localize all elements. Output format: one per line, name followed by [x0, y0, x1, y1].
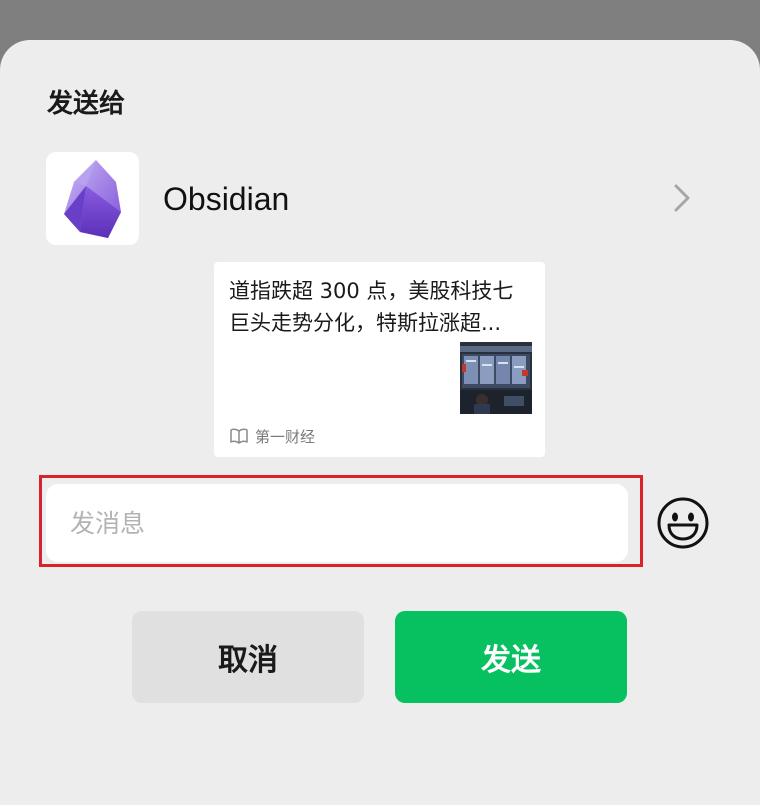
obsidian-logo-icon [64, 160, 121, 238]
cancel-button[interactable]: 取消 [132, 611, 364, 703]
open-book-icon [230, 428, 248, 444]
recipient-row[interactable]: Obsidian [0, 150, 760, 246]
article-source: 第一财经 [229, 426, 315, 446]
recipient-name: Obsidian [163, 181, 290, 217]
article-thumbnail [460, 342, 532, 414]
shared-article-card: 道指跌超 300 点，美股科技七 巨头走势分化，特斯拉涨超... 第一财经 [214, 262, 545, 457]
chevron-right-icon [674, 184, 690, 212]
message-input[interactable] [46, 484, 628, 562]
article-title-line2: 巨头走势分化，特斯拉涨超... [229, 311, 502, 335]
stock-exchange-photo [460, 342, 532, 414]
send-button[interactable]: 发送 [395, 611, 627, 703]
article-title-line1: 道指跌超 300 点，美股科技七 [229, 279, 514, 303]
avatar [46, 152, 139, 245]
smiley-face-icon[interactable] [656, 496, 710, 550]
article-source-name: 第一财经 [255, 427, 316, 446]
share-dialog: 发送给 Obsidian 道指跌超 300 点，美股科技七 巨头走势分化，特斯拉… [0, 40, 760, 805]
dialog-title: 发送给 [47, 89, 126, 119]
